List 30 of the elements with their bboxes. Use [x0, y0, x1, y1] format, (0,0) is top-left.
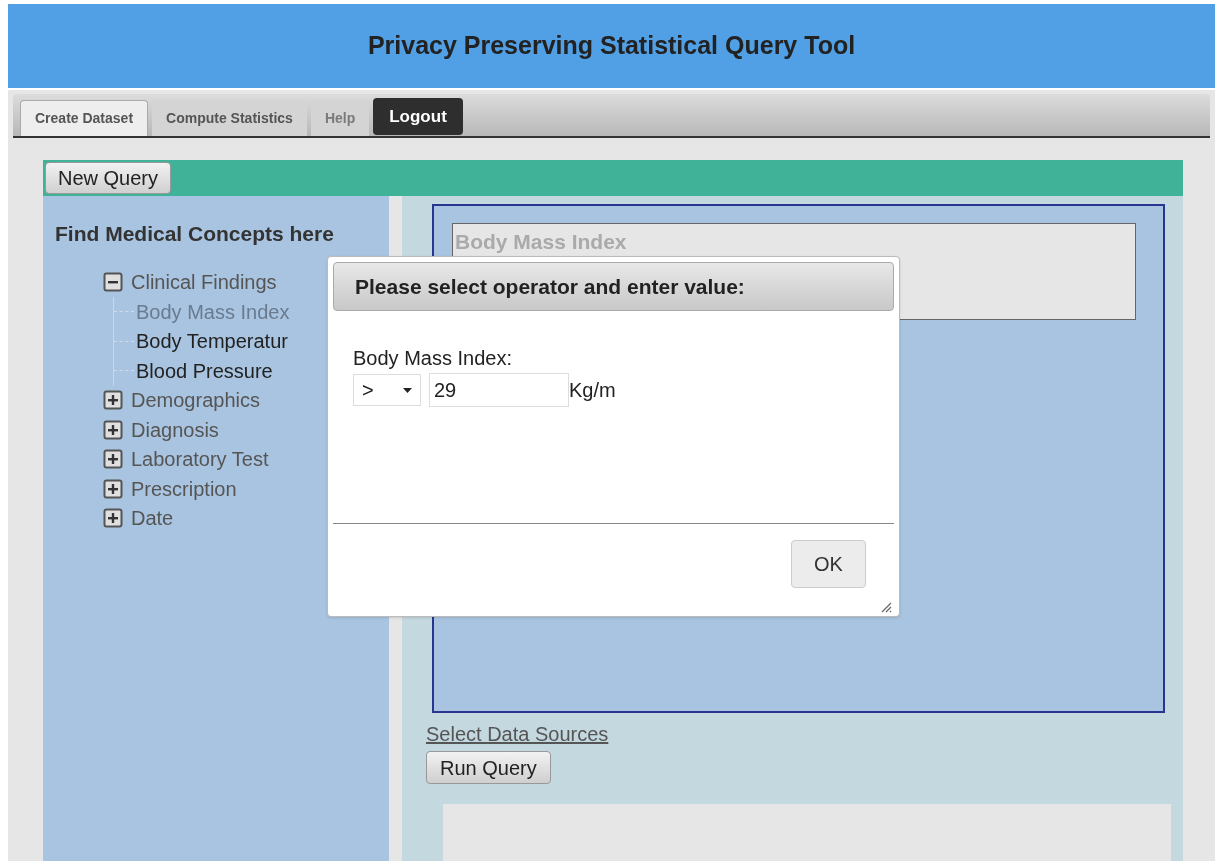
expand-icon[interactable]	[103, 449, 123, 470]
criterion-label: Body Mass Index	[455, 230, 627, 253]
tree-item[interactable]: Laboratory Test	[131, 444, 269, 475]
expand-icon[interactable]	[103, 390, 123, 411]
tree-item[interactable]: Demographics	[131, 385, 260, 416]
expand-icon[interactable]	[103, 478, 123, 499]
tab[interactable]: Create Dataset	[20, 100, 149, 136]
resize-grip-icon	[880, 601, 892, 613]
expand-icon[interactable]	[103, 508, 123, 529]
app-title: Privacy Preserving Statistical Query Tool	[367, 30, 856, 62]
value-input[interactable]: 29	[429, 373, 569, 407]
tree-item[interactable]: Diagnosis	[131, 414, 219, 445]
tree-item[interactable]: Prescription	[131, 473, 237, 504]
expand-icon[interactable]	[103, 419, 123, 440]
tree-item[interactable]: Date	[131, 503, 174, 534]
select-data-sources-link[interactable]: Select Data Sources	[426, 719, 609, 749]
tree-item[interactable]: Clinical Findings	[131, 267, 277, 298]
caret-down-icon	[403, 387, 412, 393]
operator-dropdown[interactable]: >	[353, 374, 421, 406]
field-label: Body Mass Index:	[353, 346, 513, 371]
tree-item[interactable]: Body Temperatur	[136, 326, 288, 357]
ok-button[interactable]: OK	[791, 540, 866, 588]
logout-button[interactable]: Logout	[373, 98, 463, 135]
panel-title: Find Medical Concepts here	[55, 221, 335, 247]
dialog-title: Please select operator and enter value:	[355, 273, 745, 300]
run-query-button[interactable]: Run Query	[426, 751, 551, 784]
tree-item[interactable]: Blood Pressure	[136, 355, 273, 386]
unit-label: Kg/m	[569, 378, 616, 403]
collapse-icon[interactable]	[103, 272, 123, 293]
new-query-button[interactable]: New Query	[45, 162, 172, 194]
